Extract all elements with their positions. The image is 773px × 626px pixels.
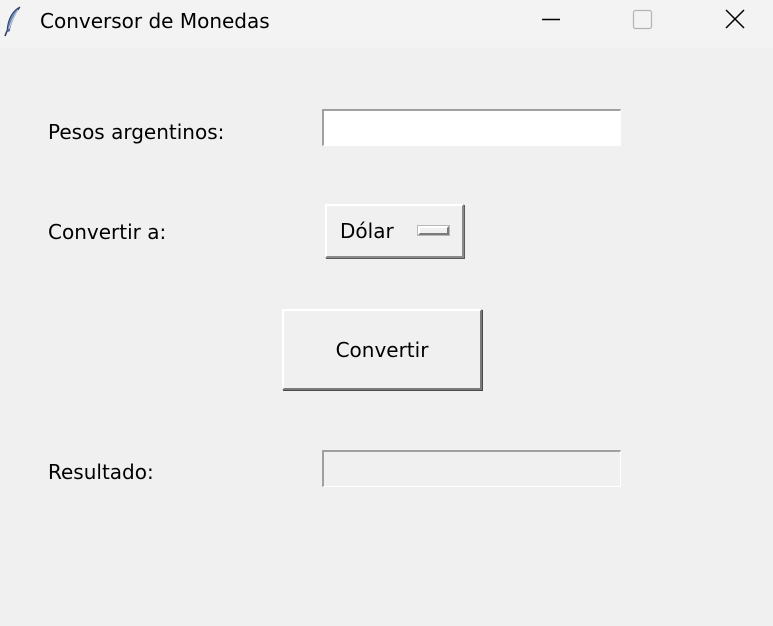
minimize-button[interactable] [514,0,584,40]
convert-to-label: Convertir a: [48,220,167,244]
pesos-input[interactable] [322,109,621,146]
currency-select[interactable]: Dólar [325,204,464,258]
window-title: Conversor de Monedas [40,9,270,33]
result-label: Resultado: [48,460,154,484]
app-window: Conversor de Monedas Pesos argentinos: C… [0,0,773,626]
minimize-icon [542,18,560,21]
pesos-label: Pesos argentinos: [48,120,225,144]
convert-button[interactable]: Convertir [282,309,482,390]
title-bar: Conversor de Monedas [0,0,773,48]
maximize-button[interactable] [606,0,676,40]
maximize-icon [632,9,653,30]
result-field[interactable] [322,450,621,487]
currency-selected-value: Dólar [340,219,394,243]
feather-icon [3,5,23,37]
close-icon [725,9,745,29]
dropdown-indicator-icon [418,226,449,235]
close-button[interactable] [700,0,770,40]
